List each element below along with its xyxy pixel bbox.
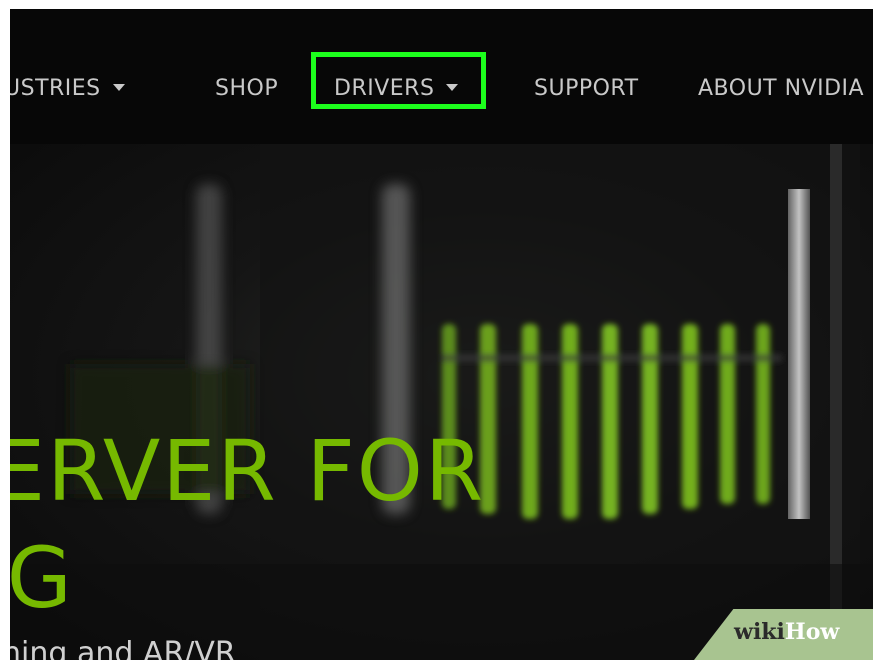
- nav-item-label: USTRIES: [10, 76, 101, 101]
- nav-item-support[interactable]: SUPPORT: [534, 69, 639, 109]
- hero-heading-line1: ERVER FOR: [10, 422, 486, 520]
- browser-viewport: USTRIES SHOP DRIVERS SUPPORT ABOUT NVIDI…: [10, 9, 873, 660]
- hero-subtitle: ning and AR/VR: [10, 636, 236, 660]
- nav-item-shop[interactable]: SHOP: [215, 69, 278, 109]
- hero-banner: ERVER FOR IG ning and AR/VR: [10, 144, 873, 660]
- caret-down-icon: [112, 83, 125, 91]
- drivers-highlight-box: [311, 52, 486, 109]
- nav-item-label: ABOUT NVIDIA: [698, 76, 865, 101]
- top-chrome-strip: [0, 0, 873, 9]
- server-rack-image: [10, 144, 873, 660]
- hero-heading-line2: IG: [10, 529, 74, 627]
- wikihow-how-text: How: [784, 619, 840, 645]
- nav-item-label: SUPPORT: [534, 76, 639, 101]
- site-navigation: USTRIES SHOP DRIVERS SUPPORT ABOUT NVIDI…: [10, 9, 873, 144]
- wikihow-wiki-text: wiki: [734, 619, 785, 645]
- wikihow-logo-text: wikiHow: [734, 619, 839, 645]
- nav-item-about-nvidia[interactable]: ABOUT NVIDIA: [698, 69, 864, 109]
- left-chrome-strip: [0, 9, 10, 660]
- nav-item-label: SHOP: [215, 76, 279, 101]
- nav-item-industries[interactable]: USTRIES: [10, 69, 125, 109]
